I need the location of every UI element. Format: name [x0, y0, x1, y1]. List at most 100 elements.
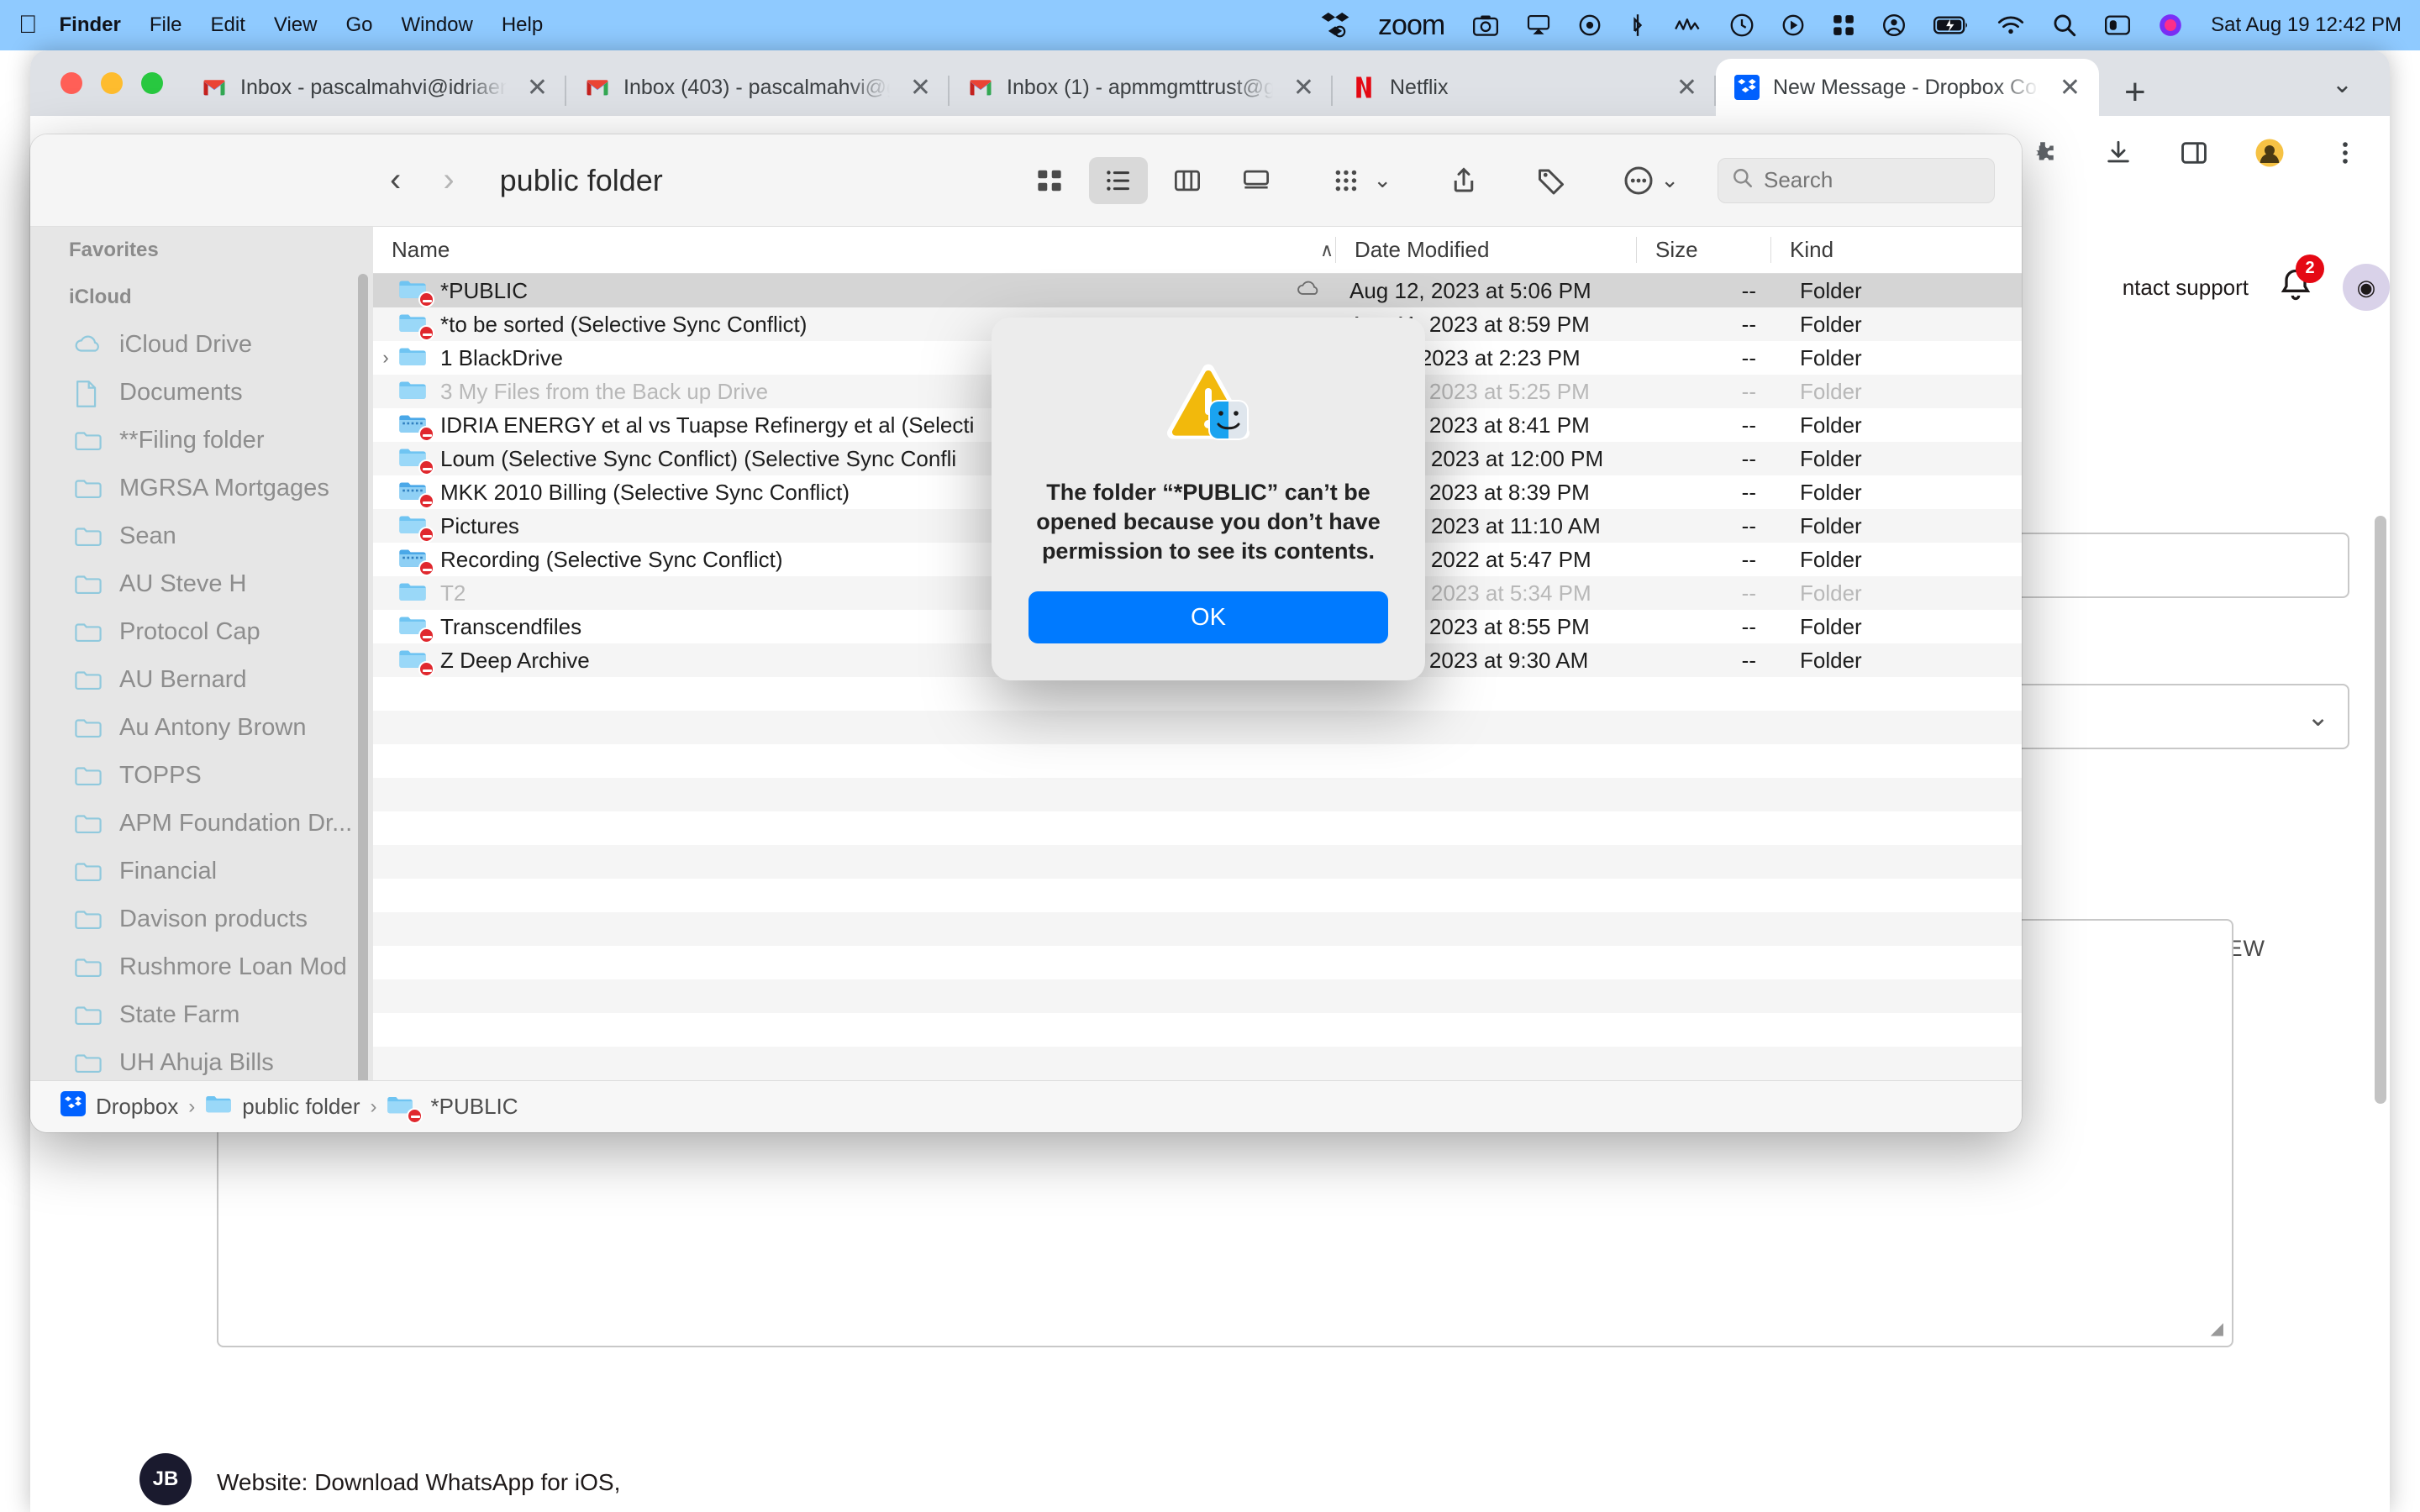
- icon-view-button[interactable]: [1020, 157, 1079, 204]
- profile-icon[interactable]: [2250, 138, 2289, 175]
- sound-waveform-icon[interactable]: [1675, 17, 1702, 34]
- resize-handle-icon[interactable]: ◢: [2211, 1318, 2223, 1339]
- tab-search-button[interactable]: ⌄: [2332, 70, 2353, 99]
- extensions-icon[interactable]: [2023, 139, 2062, 174]
- avatar[interactable]: ◉: [2343, 264, 2390, 311]
- sidebar-item-label: TOPPS: [119, 762, 202, 789]
- column-view-button[interactable]: [1158, 157, 1217, 204]
- gallery-view-button[interactable]: [1227, 157, 1286, 204]
- search-icon[interactable]: [2053, 13, 2076, 37]
- menu-item-finder[interactable]: Finder: [60, 13, 121, 37]
- page-scrollbar[interactable]: [2375, 516, 2386, 1104]
- side-panel-icon[interactable]: [2175, 139, 2213, 174]
- sidebar-scrollbar[interactable]: [358, 274, 368, 1080]
- sidebar-item-au-antony-brown[interactable]: Au Antony Brown: [30, 704, 373, 752]
- airplay-icon[interactable]: [1527, 15, 1550, 35]
- menu-item-help[interactable]: Help: [502, 13, 543, 37]
- share-button[interactable]: [1439, 157, 1489, 204]
- browser-tab-4[interactable]: Netflix ✕: [1333, 59, 1716, 116]
- maximize-window-button[interactable]: [141, 72, 163, 94]
- browser-tab-3[interactable]: Inbox (1) - apmmgmttrust@gma ✕: [950, 59, 1333, 116]
- sidebar-item-financial[interactable]: Financial: [30, 848, 373, 895]
- path-item-public[interactable]: *PUBLIC: [387, 1094, 518, 1124]
- macos-menu-bar:  Finder File Edit View Go Window Help z…: [0, 0, 2420, 50]
- file-size: --: [1741, 311, 1756, 337]
- path-item-public-folder[interactable]: public folder: [205, 1093, 360, 1121]
- deny-badge-icon: [418, 560, 434, 576]
- ok-button[interactable]: OK: [1028, 591, 1388, 644]
- close-window-button[interactable]: [60, 72, 82, 94]
- menu-item-go[interactable]: Go: [345, 13, 372, 37]
- search-input[interactable]: [1764, 167, 1981, 193]
- apple-logo-icon[interactable]: : [18, 13, 38, 38]
- menu-item-edit[interactable]: Edit: [211, 13, 245, 37]
- control-center-icon[interactable]: [2105, 15, 2131, 35]
- more-actions-button[interactable]: ⌄: [1613, 157, 1689, 204]
- wifi-icon[interactable]: [1997, 15, 2024, 35]
- browser-tab-5-active[interactable]: New Message - Dropbox Comm ✕: [1716, 59, 2099, 116]
- disclosure-triangle-icon[interactable]: ›: [373, 347, 398, 369]
- screenshot-icon[interactable]: [1473, 14, 1499, 36]
- sidebar-item-apm-foundation[interactable]: APM Foundation Dr...: [30, 800, 373, 848]
- bluetooth-icon[interactable]: [1629, 13, 1646, 37]
- file-kind: Folder: [1800, 445, 1862, 471]
- sort-ascending-icon[interactable]: ∧: [1302, 239, 1335, 261]
- sidebar-item-sean[interactable]: Sean: [30, 512, 373, 560]
- sidebar-item-davison-products[interactable]: Davison products: [30, 895, 373, 943]
- control-center-siri-icon[interactable]: [1579, 14, 1601, 36]
- file-kind: Folder: [1800, 512, 1862, 538]
- grid-icon[interactable]: [1833, 14, 1854, 36]
- sidebar-item-au-bernard[interactable]: AU Bernard: [30, 656, 373, 704]
- tab-close-icon[interactable]: ✕: [1670, 73, 1704, 102]
- column-header-size[interactable]: Size: [1636, 237, 1770, 263]
- sidebar-item-documents[interactable]: Documents: [30, 369, 373, 417]
- battery-icon[interactable]: [1933, 16, 1969, 34]
- tab-close-icon[interactable]: ✕: [903, 73, 938, 102]
- contact-support-link[interactable]: ntact support: [2123, 275, 2249, 301]
- column-header-date-modified[interactable]: Date Modified: [1335, 237, 1636, 263]
- path-item-dropbox[interactable]: Dropbox: [60, 1091, 178, 1122]
- menu-item-window[interactable]: Window: [401, 13, 472, 37]
- file-size: --: [1741, 344, 1756, 370]
- back-button[interactable]: ‹: [390, 161, 401, 199]
- downloads-icon[interactable]: [2099, 139, 2138, 174]
- user-icon[interactable]: [1883, 14, 1906, 36]
- browser-tab-2[interactable]: Inbox (403) - pascalmahvi@gm ✕: [566, 59, 950, 116]
- menu-bar-clock[interactable]: Sat Aug 19 12:42 PM: [2211, 13, 2402, 37]
- zoom-menu-label[interactable]: zoom: [1378, 9, 1445, 42]
- sidebar-item-mgrsa-mortgages[interactable]: MGRSA Mortgages: [30, 465, 373, 512]
- sidebar-item-icloud-drive[interactable]: iCloud Drive: [30, 321, 373, 369]
- dropbox-menu-icon[interactable]: [1321, 13, 1349, 38]
- file-size: --: [1741, 277, 1756, 303]
- finder-search-box[interactable]: [1718, 157, 1995, 203]
- sidebar-item-rushmore-loan-mod[interactable]: Rushmore Loan Mod: [30, 943, 373, 991]
- forward-button[interactable]: ›: [443, 161, 454, 199]
- tab-close-icon[interactable]: ✕: [520, 73, 555, 102]
- tab-close-icon[interactable]: ✕: [1286, 73, 1321, 102]
- notifications-bell-icon[interactable]: 2: [2277, 254, 2324, 309]
- menu-item-view[interactable]: View: [274, 13, 318, 37]
- group-by-button[interactable]: ⌄: [1323, 157, 1402, 204]
- minimize-window-button[interactable]: [101, 72, 123, 94]
- menu-item-file[interactable]: File: [150, 13, 182, 37]
- sidebar-item-filing-folder[interactable]: **Filing folder: [30, 417, 373, 465]
- table-row[interactable]: *PUBLIC Aug 12, 2023 at 5:06 PM -- Folder: [373, 274, 2022, 307]
- tag-button[interactable]: [1526, 157, 1576, 204]
- column-header-name[interactable]: Name: [373, 237, 1302, 263]
- column-header-kind[interactable]: Kind: [1770, 237, 1972, 263]
- play-icon[interactable]: [1782, 14, 1804, 36]
- new-tab-button[interactable]: +: [2124, 74, 2146, 111]
- tab-close-icon[interactable]: ✕: [2053, 73, 2087, 102]
- sidebar-item-uh-ahuja-bills[interactable]: UH Ahuja Bills: [30, 1039, 373, 1080]
- sidebar-item-protocol-cap[interactable]: Protocol Cap: [30, 608, 373, 656]
- time-machine-icon[interactable]: [1730, 13, 1754, 37]
- siri-icon[interactable]: [2159, 13, 2182, 37]
- sidebar-item-au-steve-h[interactable]: AU Steve H: [30, 560, 373, 608]
- folder-denied-icon: [398, 277, 434, 307]
- sidebar-item-topps[interactable]: TOPPS: [30, 752, 373, 800]
- kebab-menu-icon[interactable]: [2326, 139, 2365, 174]
- sidebar-item-state-farm[interactable]: State Farm: [30, 991, 373, 1039]
- chat-avatar[interactable]: JB: [139, 1453, 192, 1505]
- list-view-button[interactable]: [1089, 156, 1149, 204]
- browser-tab-1[interactable]: Inbox - pascalmahvi@idriaener ✕: [183, 59, 566, 116]
